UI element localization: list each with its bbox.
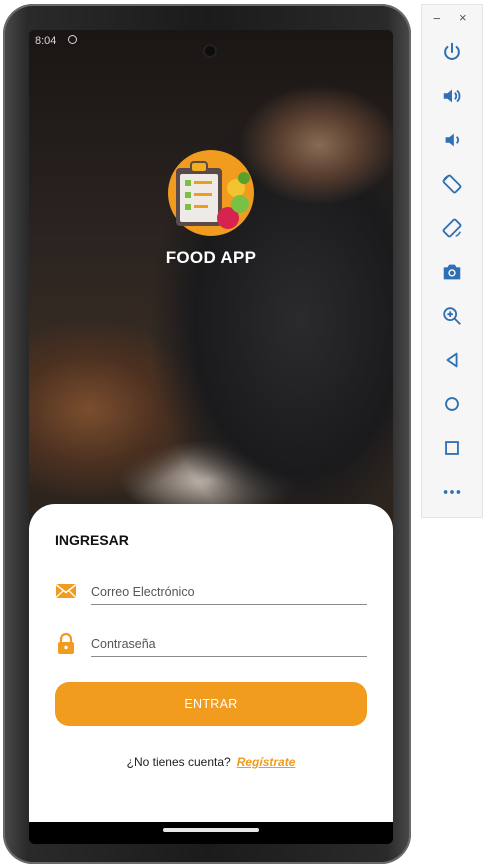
overview-icon [445, 441, 459, 455]
password-field[interactable] [91, 632, 367, 657]
mail-icon [56, 584, 76, 598]
food-app-logo [168, 150, 254, 236]
app-title: FOOD APP [165, 248, 257, 267]
zoom-icon [443, 307, 461, 325]
home-icon [445, 397, 459, 411]
power-button[interactable] [439, 39, 465, 65]
close-button[interactable]: × [459, 10, 467, 25]
minimize-button[interactable]: − [433, 11, 441, 26]
status-time: 8:04 [35, 35, 57, 47]
volume-up-button[interactable] [439, 83, 465, 109]
login-button[interactable]: ENTRAR [55, 682, 367, 726]
register-row: ¿No tienes cuenta? Regístrate [29, 755, 393, 769]
zoom-button[interactable] [439, 303, 465, 329]
volume-down-icon [445, 133, 459, 147]
no-account-text: ¿No tienes cuenta? [126, 755, 231, 769]
screenshot-button[interactable] [439, 259, 465, 285]
more-button[interactable] [439, 479, 465, 505]
volume-up-icon [443, 89, 461, 103]
rotate-left-icon [442, 174, 462, 194]
rotate-right-icon [442, 218, 462, 238]
register-link[interactable]: Regístrate [237, 755, 296, 769]
email-field-row [55, 580, 367, 610]
emulator-window-controls: − × [422, 10, 482, 27]
back-icon [446, 352, 458, 368]
gesture-nav-bar [29, 822, 393, 844]
volume-down-button[interactable] [439, 127, 465, 153]
lock-icon [58, 632, 74, 654]
status-notification-icon [68, 35, 77, 44]
power-icon [444, 42, 460, 60]
background-photo [29, 30, 393, 530]
login-heading: INGRESAR [55, 532, 129, 548]
login-card: INGRESAR ENTRAR ¿No tienes [29, 504, 393, 822]
back-button[interactable] [439, 347, 465, 373]
password-field-row [55, 632, 367, 662]
emulator-toolbar: − × [421, 4, 483, 518]
camera-icon [443, 264, 461, 280]
home-gesture-handle[interactable] [163, 828, 259, 832]
home-button[interactable] [439, 391, 465, 417]
rotate-left-button[interactable] [439, 171, 465, 197]
email-field[interactable] [91, 580, 367, 605]
device-screen: 8:04 FOOD APP INGRESAR Correo Electrónic… [29, 30, 393, 844]
phone-frame: 8:04 FOOD APP INGRESAR Correo Electrónic… [3, 4, 411, 864]
rotate-right-button[interactable] [439, 215, 465, 241]
front-camera [205, 46, 215, 56]
overview-button[interactable] [439, 435, 465, 461]
more-icon [443, 490, 461, 494]
